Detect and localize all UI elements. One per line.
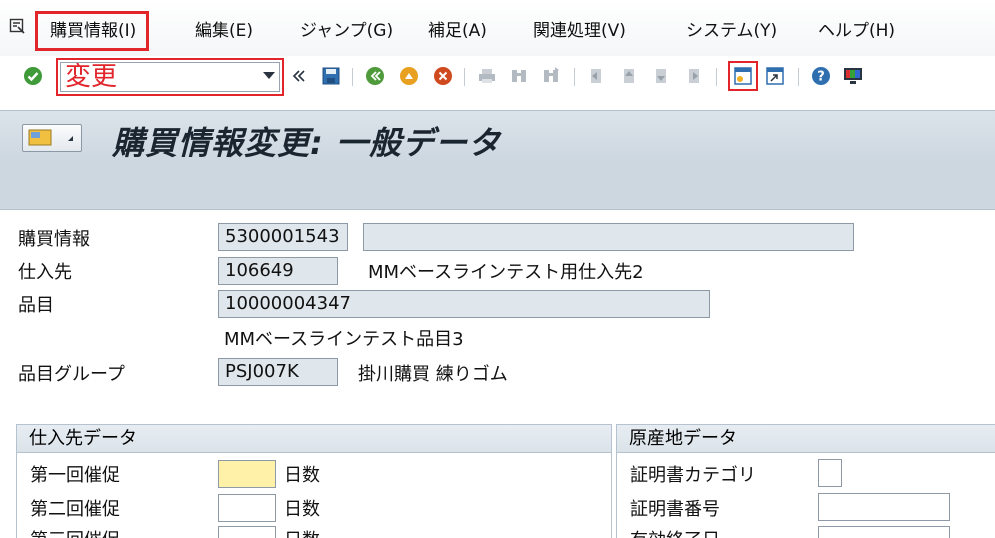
find-icon[interactable] [508, 65, 530, 87]
command-field[interactable] [56, 58, 284, 96]
certificate-number-label: 証明書番号 [630, 499, 720, 520]
material-description: MMベースラインテスト品目3 [224, 329, 464, 350]
next-page-icon[interactable] [650, 65, 672, 87]
origin-data-header: 原産地データ [617, 425, 995, 453]
reminder-3-label: 第三回催促 [30, 529, 120, 538]
help-icon[interactable]: ? [810, 65, 832, 87]
find-next-icon[interactable] [540, 65, 562, 87]
validity-end-input[interactable] [818, 526, 950, 538]
toolbar-separator [352, 68, 353, 86]
material-label: 品目 [18, 295, 54, 316]
material-group-label: 品目グループ [18, 364, 125, 385]
vendor-data-header: 仕入先データ [17, 425, 611, 453]
screen-menu-button[interactable] [22, 124, 82, 152]
page-title: 購買情報変更: 一般データ [112, 124, 501, 162]
menu-item-extras[interactable]: 補足(A) [428, 20, 487, 42]
validity-end-label: 有効終了日 [630, 529, 720, 538]
toolbar-separator [798, 68, 799, 86]
command-input[interactable] [61, 63, 257, 91]
first-page-icon[interactable] [586, 65, 608, 87]
save-icon[interactable] [320, 65, 342, 87]
material-field[interactable]: 10000004347 [218, 290, 710, 318]
command-dropdown-icon[interactable] [263, 72, 275, 79]
check-icon[interactable] [22, 65, 44, 87]
certificate-category-input[interactable] [818, 459, 842, 487]
shortcut-icon[interactable] [764, 65, 786, 87]
last-page-icon[interactable] [682, 65, 704, 87]
reminder-1-unit: 日数 [284, 465, 320, 486]
info-record-field[interactable]: 5300001543 [218, 223, 348, 251]
material-group-description: 掛川購買 練りゴム [358, 364, 508, 385]
info-record-label: 購買情報 [18, 229, 90, 250]
cancel-icon[interactable] [432, 65, 454, 87]
info-record-description-field[interactable] [363, 223, 854, 251]
reminder-3-unit: 日数 [284, 529, 320, 538]
certificate-category-label: 証明書カテゴリ [630, 465, 756, 486]
menu-item-environment[interactable]: 関連処理(V) [533, 20, 626, 42]
certificate-number-input[interactable] [818, 493, 950, 521]
vendor-name: MMベースラインテスト用仕入先2 [368, 262, 644, 283]
create-session-icon[interactable] [728, 61, 758, 91]
application-toolbar [0, 162, 995, 210]
reminder-2-input[interactable] [218, 494, 276, 522]
print-icon[interactable] [476, 65, 498, 87]
toolbar-separator [464, 68, 465, 86]
toolbar-separator [716, 68, 717, 86]
toolbar-separator [574, 68, 575, 86]
menu-item-help[interactable]: ヘルプ(H) [818, 20, 895, 42]
reminder-3-input[interactable] [218, 526, 276, 538]
menu-toggle-icon[interactable] [9, 18, 27, 36]
svg-text:?: ? [817, 70, 825, 85]
material-group-field[interactable]: PSJ007K [218, 358, 338, 386]
reminder-2-unit: 日数 [284, 499, 320, 520]
reminder-1-input[interactable] [218, 460, 276, 488]
menu-item-edit[interactable]: 編集(E) [195, 20, 253, 42]
vendor-field[interactable]: 106649 [218, 257, 338, 285]
reminder-2-label: 第二回催促 [30, 499, 120, 520]
vendor-label: 仕入先 [18, 262, 72, 283]
back-icon[interactable] [364, 65, 386, 87]
double-left-icon[interactable] [288, 65, 310, 87]
customize-layout-icon[interactable] [842, 65, 864, 87]
menu-item-info-record[interactable]: 購買情報(I) [34, 11, 150, 51]
reminder-1-label: 第一回催促 [30, 465, 120, 486]
exit-icon[interactable] [398, 65, 420, 87]
menu-item-system[interactable]: システム(Y) [686, 20, 777, 42]
previous-page-icon[interactable] [618, 65, 640, 87]
menu-item-goto[interactable]: ジャンプ(G) [300, 20, 393, 42]
